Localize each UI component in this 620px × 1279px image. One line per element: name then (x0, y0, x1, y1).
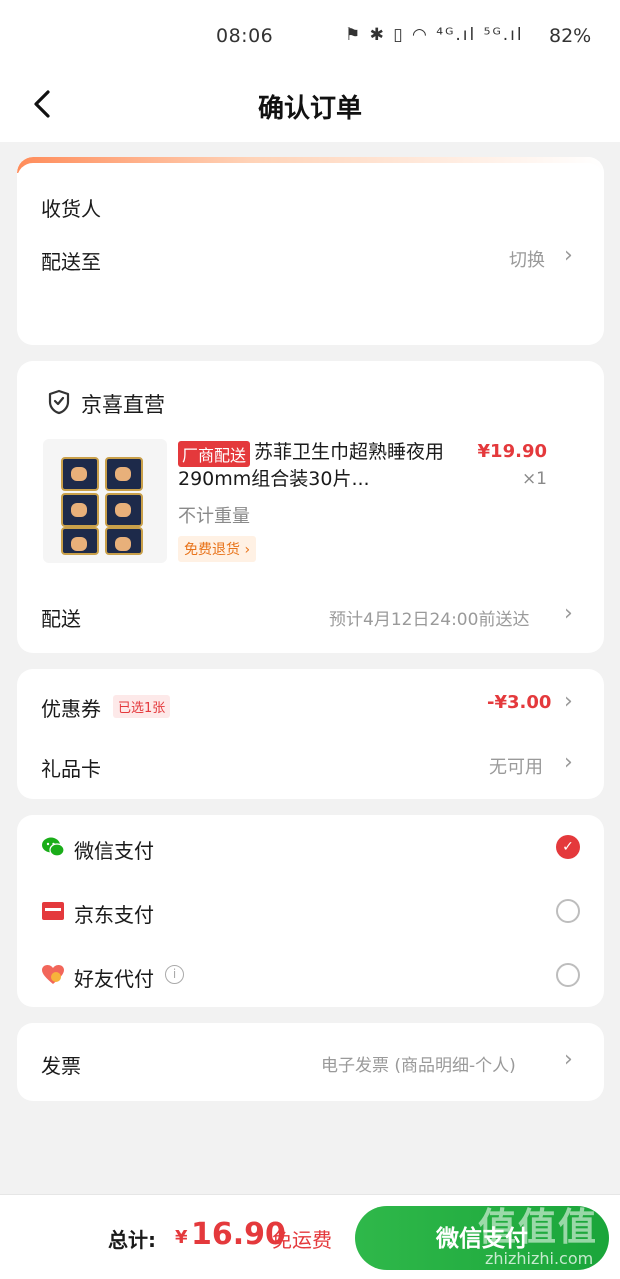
invoice-card[interactable]: 发票 电子发票 (商品明细-个人) › (17, 1023, 604, 1101)
gift-card-row[interactable]: 礼品卡 无可用 › (17, 734, 604, 799)
product-price: ¥19.90 (477, 441, 547, 462)
jd-pay-icon (42, 902, 64, 920)
chevron-right-icon: › (564, 601, 573, 626)
vendor-delivery-tag: 厂商配送 (178, 441, 251, 467)
status-time: 08:06 (216, 25, 274, 47)
coupon-discount: -¥3.00 (487, 692, 552, 713)
chevron-right-icon: › (564, 689, 573, 714)
product-pack-image (105, 527, 143, 555)
watermark-url: zhizhizhi.com (485, 1249, 594, 1268)
status-icons: ⚑ ✱ ▯ ◠ ⁴ᴳ.ıl ⁵ᴳ.ıl (345, 25, 524, 45)
info-icon[interactable]: i (165, 965, 184, 984)
shop-name: 京喜直营 (81, 393, 165, 417)
payment-option-friend[interactable]: 好友代付 i (17, 943, 604, 1007)
chevron-right-icon: › (564, 243, 573, 268)
address-card[interactable]: 收货人 配送至 切换 › (17, 157, 604, 345)
payment-option-wechat[interactable]: 微信支付 ✓ (17, 815, 604, 879)
coupon-card: 优惠券 已选1张 -¥3.00 › 礼品卡 无可用 › (17, 669, 604, 799)
radio-unchecked-icon[interactable] (556, 899, 580, 923)
shield-icon (48, 389, 70, 415)
heart-icon (42, 965, 64, 984)
product-quantity: ×1 (521, 469, 547, 489)
product-pack-image (105, 493, 143, 527)
coupon-row[interactable]: 优惠券 已选1张 -¥3.00 › (17, 669, 604, 734)
deliver-to-label: 配送至 (41, 250, 101, 274)
product-image[interactable] (43, 439, 167, 563)
coupon-label: 优惠券 (41, 697, 101, 721)
page-title: 确认订单 (257, 94, 362, 124)
delivery-row[interactable]: 配送 预计4月12日24:00前送达 › (17, 589, 604, 639)
product-weight: 不计重量 (178, 506, 250, 527)
product-pack-image (61, 527, 99, 555)
total-currency: ¥ (175, 1227, 188, 1248)
chevron-right-icon: › (564, 1047, 573, 1072)
nav-bar: 确认订单 (0, 72, 620, 142)
battery-level: 82% (549, 25, 592, 47)
chevron-right-icon: › (564, 750, 573, 775)
status-bar: 08:06 ⚑ ✱ ▯ ◠ ⁴ᴳ.ıl ⁵ᴳ.ıl 82% (0, 0, 620, 72)
receiver-label: 收货人 (41, 197, 101, 221)
payment-option-label: 好友代付 (74, 967, 154, 991)
shop-card: 京喜直营 苏菲卫生巾超熟睡夜用290mm组合装30片... 厂商配送 ¥19.9… (17, 361, 604, 653)
payment-card: 微信支付 ✓ 京东支付 好友代付 i (17, 815, 604, 1007)
radio-unchecked-icon[interactable] (556, 963, 580, 987)
free-shipping-label: 免运费 (272, 1228, 332, 1252)
gift-card-value: 无可用 (489, 757, 543, 778)
payment-option-label: 京东支付 (74, 903, 154, 927)
watermark-logo: 值值值 (478, 1205, 599, 1249)
coupon-selected-badge: 已选1张 (113, 695, 171, 718)
product-pack-image (105, 457, 143, 491)
free-return-badge[interactable]: 免费退货 › (178, 536, 257, 562)
invoice-value: 电子发票 (商品明细-个人) (321, 1056, 516, 1076)
invoice-label: 发票 (41, 1054, 81, 1078)
product-pack-image (61, 457, 99, 491)
delivery-label: 配送 (41, 607, 81, 631)
payment-option-jd[interactable]: 京东支付 (17, 879, 604, 943)
wechat-icon (42, 837, 65, 857)
product-pack-image (61, 493, 99, 527)
delivery-estimate: 预计4月12日24:00前送达 (329, 610, 530, 630)
payment-option-label: 微信支付 (74, 839, 154, 863)
switch-address-button[interactable]: 切换 (509, 246, 545, 272)
free-return-label: 免费退货 (184, 542, 240, 558)
total-label: 总计: (108, 1228, 156, 1252)
radio-checked-icon[interactable]: ✓ (556, 835, 580, 859)
gift-card-label: 礼品卡 (41, 757, 101, 781)
